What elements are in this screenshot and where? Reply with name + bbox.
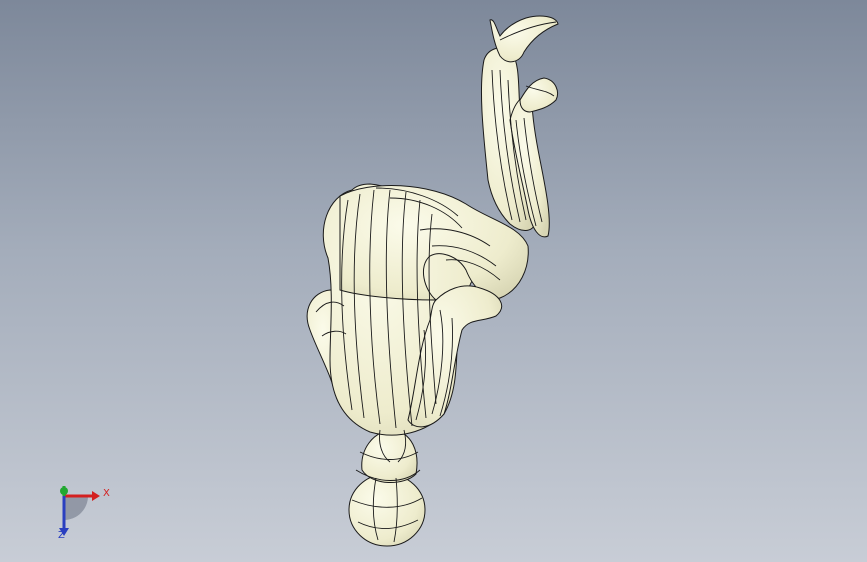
graphics-viewport[interactable]: X Z bbox=[0, 0, 867, 562]
model-body bbox=[306, 15, 559, 547]
x-axis-label: X bbox=[103, 488, 110, 499]
z-axis-label: Z bbox=[58, 530, 65, 541]
orientation-triad: X Z bbox=[40, 478, 120, 548]
3d-model-figure[interactable] bbox=[0, 0, 867, 562]
